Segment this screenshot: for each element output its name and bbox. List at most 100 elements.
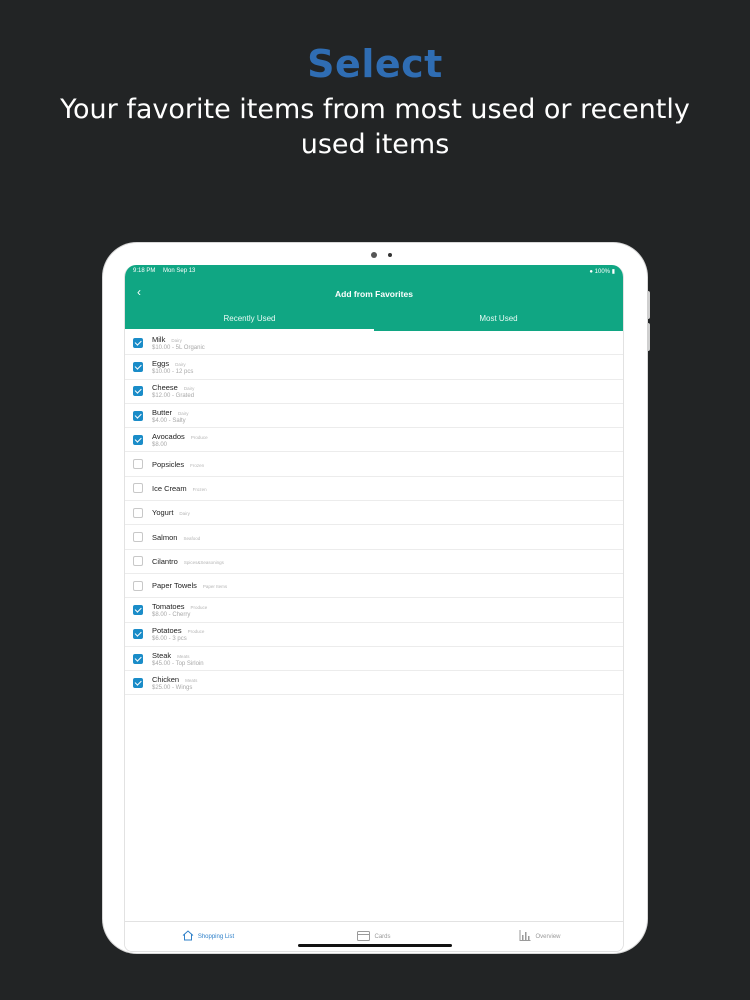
item-info: Yogurt Dairy (152, 508, 190, 517)
list-item[interactable]: Potatoes Produce $6.00 - 3 pcs (125, 623, 623, 647)
item-checkbox[interactable] (133, 653, 143, 664)
tab-bar-label: Cards (374, 933, 391, 940)
item-detail: $4.00 - Salty (152, 417, 186, 424)
favorites-list: Milk Dairy $10.00 - 5L Organic Eggs Dairy $10… (125, 331, 623, 696)
item-category: Dairy (183, 386, 195, 392)
item-category: Meats (185, 677, 198, 683)
item-category: Dairy (178, 410, 189, 416)
item-info: Avocados Produce $8.00 (152, 432, 208, 448)
item-name: Potatoes (152, 626, 182, 636)
item-checkbox[interactable] (133, 604, 143, 615)
list-item[interactable]: Cilantro Spices&Seasonings (125, 550, 623, 574)
segment-tabs: Recently Used Most Used (125, 309, 623, 331)
item-category: Frozen (190, 462, 205, 468)
item-info: Milk Dairy $10.00 - 5L Organic (152, 335, 205, 351)
item-title-line: Paper Towels Paper Items (152, 581, 227, 590)
list-item[interactable]: Chicken Meats $25.00 - Wings (125, 671, 623, 696)
item-info: Chicken Meats $25.00 - Wings (152, 675, 197, 691)
item-checkbox[interactable] (133, 580, 143, 591)
status-battery: 100% (594, 269, 611, 275)
item-category: Produce (190, 604, 208, 610)
tab-most-used[interactable]: Most Used (374, 309, 623, 331)
list-item[interactable]: Yogurt Dairy (125, 501, 623, 526)
list-item[interactable]: Salmon Seafood (125, 525, 623, 550)
tab-bar-item-overview[interactable]: Overview (457, 922, 623, 951)
tab-bar-label: Shopping List (197, 933, 235, 940)
item-detail: $6.00 - 3 pcs (152, 636, 187, 643)
item-info: Cilantro Spices&Seasonings (152, 557, 224, 566)
chevron-left-icon[interactable]: ‹ (137, 285, 141, 299)
item-checkbox[interactable] (133, 532, 143, 543)
item-detail: $12.00 - Grated (152, 393, 195, 400)
camera-icon (371, 252, 377, 258)
item-category: Frozen (192, 486, 207, 492)
item-title-line: Steak Meats (152, 651, 204, 660)
item-name: Salmon (152, 532, 178, 542)
list-item[interactable]: Milk Dairy $10.00 - 5L Organic (125, 331, 623, 356)
list-item[interactable]: Ice Cream Frozen (125, 477, 623, 502)
item-name: Butter (152, 407, 173, 417)
item-name: Cheese (152, 383, 178, 393)
item-name: Chicken (152, 674, 180, 684)
home-icon (182, 930, 198, 943)
wifi-icon: ● (589, 269, 593, 275)
item-info: Cheese Dairy $12.00 - Grated (152, 383, 194, 399)
item-title-line: Eggs Dairy (152, 359, 193, 368)
list-item[interactable]: Steak Meats $45.00 - Top Sirloin (125, 647, 623, 672)
volume-button (647, 323, 650, 351)
item-title-line: Yogurt Dairy (152, 508, 190, 517)
item-detail: $10.00 - 5L Organic (152, 344, 205, 351)
tab-recently-used[interactable]: Recently Used (125, 309, 374, 331)
item-checkbox[interactable] (133, 459, 143, 470)
item-checkbox[interactable] (133, 483, 143, 494)
item-category: Dairy (179, 511, 190, 517)
item-checkbox[interactable] (133, 556, 143, 567)
list-item[interactable]: Butter Dairy $4.00 - Salty (125, 404, 623, 429)
item-checkbox[interactable] (133, 361, 143, 372)
item-category: Dairy (171, 337, 182, 343)
list-item[interactable]: Popsicles Frozen (125, 452, 623, 477)
item-name: Paper Towels (152, 581, 197, 591)
item-info: Butter Dairy $4.00 - Salty (152, 408, 189, 424)
item-name: Ice Cream (152, 483, 187, 493)
item-info: Potatoes Produce $6.00 - 3 pcs (152, 626, 204, 642)
item-info: Eggs Dairy $10.00 - 12 pcs (152, 359, 193, 375)
item-name: Avocados (152, 431, 185, 441)
item-name: Tomatoes (152, 601, 185, 611)
item-checkbox[interactable] (133, 410, 143, 421)
list-item[interactable]: Cheese Dairy $12.00 - Grated (125, 380, 623, 404)
status-time: 9:18 PM (133, 268, 156, 274)
item-checkbox[interactable] (133, 677, 143, 688)
item-info: Steak Meats $45.00 - Top Sirloin (152, 651, 204, 667)
item-title-line: Tomatoes Produce (152, 602, 207, 611)
item-name: Milk (152, 334, 166, 344)
item-title-line: Popsicles Frozen (152, 460, 204, 469)
item-detail: $8.00 (152, 441, 168, 448)
item-info: Popsicles Frozen (152, 460, 204, 469)
nav-title: Add from Favorites (335, 289, 413, 299)
item-category: Produce (190, 434, 208, 440)
list-item[interactable]: Eggs Dairy $10.00 - 12 pcs (125, 355, 623, 380)
item-name: Eggs (152, 358, 170, 368)
item-detail: $25.00 - Wings (152, 684, 193, 691)
item-title-line: Butter Dairy (152, 408, 189, 417)
item-name: Yogurt (152, 508, 174, 518)
item-category: Seafood (183, 535, 201, 541)
item-title-line: Chicken Meats (152, 675, 197, 684)
sensor-icon (388, 253, 392, 257)
app-screen: 9:18 PM Mon Sep 13 ● 100% ▮ ‹ Add from F… (124, 265, 624, 952)
item-checkbox[interactable] (133, 629, 143, 640)
item-detail: $45.00 - Top Sirloin (152, 660, 204, 667)
item-detail: $8.00 - Cherry (152, 611, 191, 618)
tab-bar-item-shopping-list[interactable]: Shopping List (125, 922, 291, 951)
item-checkbox[interactable] (133, 386, 143, 397)
status-bar: 9:18 PM Mon Sep 13 ● 100% ▮ (133, 268, 615, 275)
item-checkbox[interactable] (133, 337, 143, 348)
item-checkbox[interactable] (133, 507, 143, 518)
volume-button (647, 291, 650, 319)
item-title-line: Avocados Produce (152, 432, 208, 441)
list-item[interactable]: Avocados Produce $8.00 (125, 428, 623, 453)
item-checkbox[interactable] (133, 434, 143, 445)
list-item[interactable]: Paper Towels Paper Items (125, 574, 623, 599)
list-item[interactable]: Tomatoes Produce $8.00 - Cherry (125, 598, 623, 623)
